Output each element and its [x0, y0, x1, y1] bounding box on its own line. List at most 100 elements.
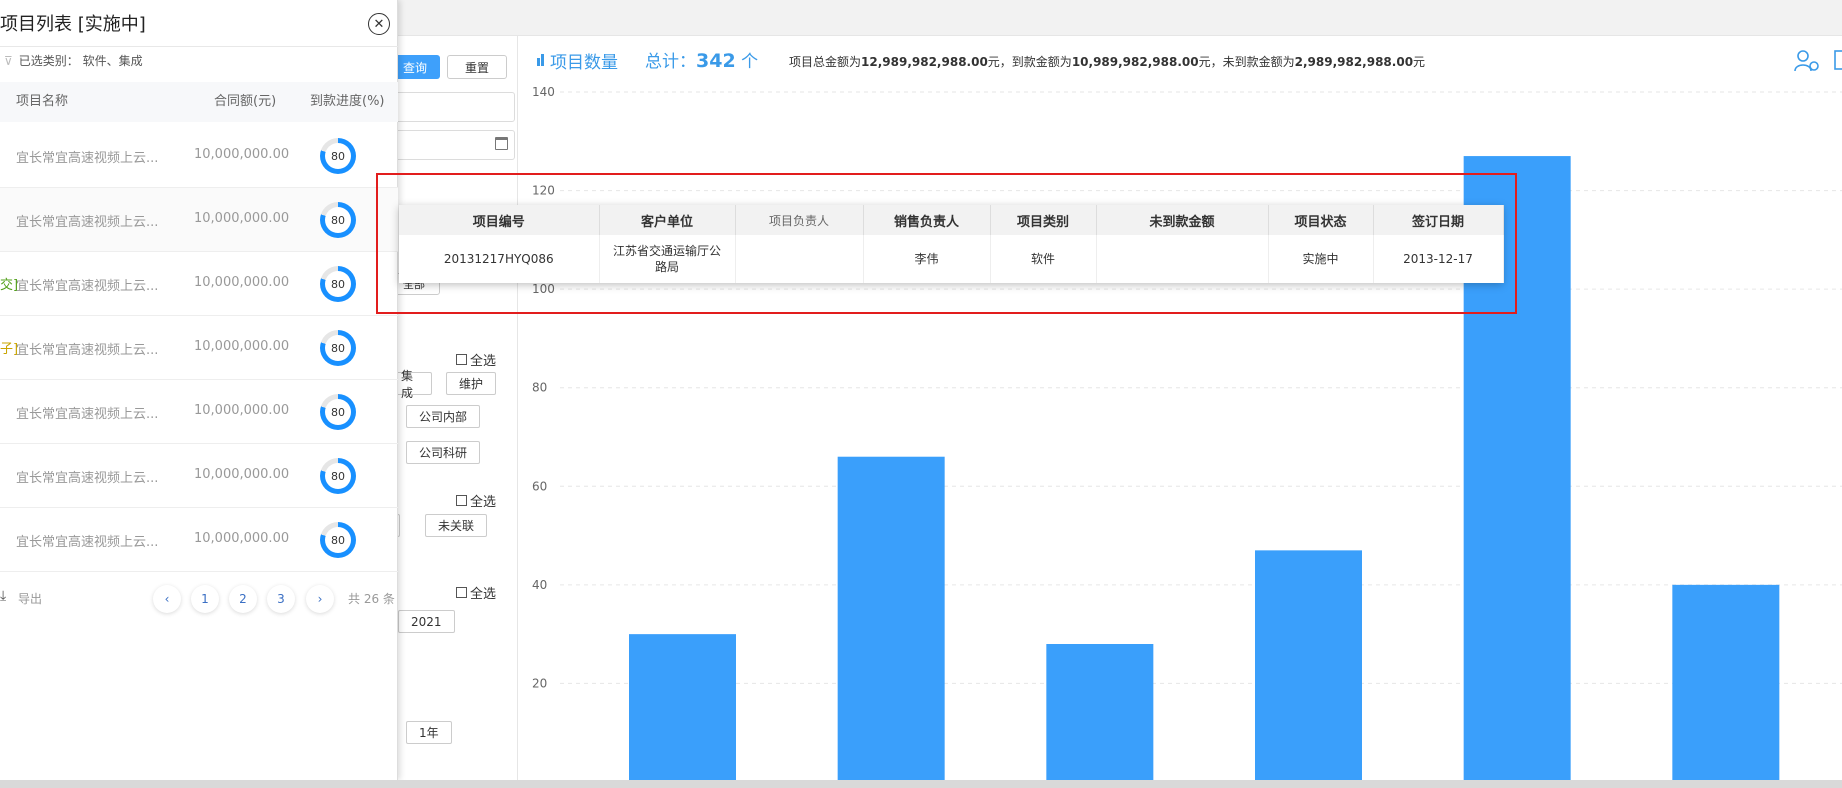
cell-sales-manager: 李伟 [863, 235, 991, 283]
progress-ring: 80 [320, 202, 356, 238]
table-header: 项目名称 合同额(元) 到款进度(%) [0, 82, 398, 122]
progress-value: 80 [325, 271, 351, 297]
progress-value: 80 [325, 463, 351, 489]
table-row[interactable]: 交] 宜长常宜高速视频上云... 10,000,000.00 80 [0, 252, 398, 316]
page-2-button[interactable]: 2 [229, 585, 257, 613]
header-project-no: 项目编号 [399, 205, 600, 235]
date-input[interactable] [390, 130, 515, 160]
y-tick-label: 60 [532, 479, 547, 493]
progress-ring: 80 [320, 330, 356, 366]
progress-value: 80 [325, 335, 351, 361]
select-all-checkbox-year[interactable]: 全选 [456, 583, 496, 602]
checkbox-icon [456, 587, 467, 598]
header-sign-date: 签订日期 [1373, 205, 1504, 235]
y-tick-label: 40 [532, 578, 547, 592]
cell-unpaid-amount [1096, 235, 1269, 283]
tag-year-2021[interactable]: 2021 [398, 610, 455, 633]
cell-customer: 江苏省交通运输厅公路局 [599, 235, 736, 283]
tag-unlinked[interactable]: 未关联 [425, 514, 488, 537]
cell-sign-date: 2013-12-17 [1373, 235, 1504, 283]
progress-ring: 80 [320, 522, 356, 558]
project-name[interactable]: 宜长常宜高速视频上云... [16, 275, 158, 294]
header-project-status: 项目状态 [1268, 205, 1374, 235]
calendar-icon[interactable] [495, 137, 508, 150]
column-header-amount: 合同额(元) [214, 94, 277, 109]
detail-popup: 项目编号 客户单位 项目负责人 销售负责人 项目类别 未到款金额 项目状态 签订… [399, 205, 1504, 283]
column-header-name: 项目名称 [16, 94, 69, 109]
project-name[interactable]: 宜长常宜高速视频上云... [16, 339, 158, 358]
table-row[interactable]: 宜长常宜高速视频上云... 10,000,000.00 80 [0, 380, 398, 444]
progress-ring: 80 [320, 138, 356, 174]
divider [0, 46, 398, 47]
checkbox-icon [456, 354, 467, 365]
header-project-type: 项目类别 [990, 205, 1097, 235]
progress-value: 80 [325, 207, 351, 233]
project-name[interactable]: 宜长常宜高速视频上云... [16, 467, 158, 486]
cell-project-manager [735, 235, 864, 283]
checkbox-icon [456, 495, 467, 506]
tag-maintain[interactable]: 维护 [446, 372, 497, 395]
contract-amount: 10,000,000.00 [194, 403, 290, 418]
total-count: 共 26 条 [348, 592, 395, 606]
detail-row: 20131217HYQ086 江苏省交通运输厅公路局 李伟 软件 实施中 201… [399, 235, 1504, 283]
header-customer: 客户单位 [599, 205, 736, 235]
bar-chart-icon [537, 54, 544, 66]
bar-1[interactable] [837, 456, 945, 780]
export-link[interactable]: 导出 [18, 590, 42, 607]
user-settings-icon[interactable] [1793, 49, 1821, 73]
table-row[interactable]: 宜长常宜高速视频上云... 10,000,000.00 80 [0, 444, 398, 508]
detail-table: 项目编号 客户单位 项目负责人 销售负责人 项目类别 未到款金额 项目状态 签订… [399, 205, 1504, 283]
header-project-manager: 项目负责人 [735, 205, 864, 235]
export-icon[interactable]: ⤓ [0, 588, 6, 604]
y-tick-label: 80 [532, 381, 547, 395]
filter-input[interactable] [390, 92, 515, 122]
contract-amount: 10,000,000.00 [194, 147, 290, 162]
filter-icon: ⊽ [4, 53, 13, 68]
column-header-progress: 到款进度(%) [310, 94, 385, 109]
bottom-bar [0, 780, 1842, 788]
page-1-button[interactable]: 1 [191, 585, 219, 613]
bar-3[interactable] [1255, 550, 1362, 780]
table-row[interactable]: 宜长常宜高速视频上云... 10,000,000.00 80 [0, 124, 398, 188]
close-circle-icon[interactable]: ✕ [368, 13, 390, 35]
project-name[interactable]: 宜长常宜高速视频上云... [16, 147, 158, 166]
table-row[interactable]: 宜长常宜高速视频上云... 10,000,000.00 80 [0, 508, 398, 572]
amount-summary: 项目总金额为12,989,982,988.00元，到款金额为10,989,982… [789, 55, 1426, 69]
chart-header: 项目数量 [537, 47, 618, 73]
tag-internal[interactable]: 公司内部 [406, 405, 481, 428]
y-tick-label: 20 [532, 676, 547, 690]
bar-2[interactable] [1046, 644, 1154, 780]
progress-ring: 80 [320, 266, 356, 302]
cell-project-status: 实施中 [1268, 235, 1374, 283]
tag-1-year[interactable]: 1年 [406, 721, 452, 744]
cell-project-type: 软件 [990, 235, 1097, 283]
reset-button[interactable]: 重置 [447, 55, 507, 79]
contract-amount: 10,000,000.00 [194, 339, 290, 354]
select-all-checkbox-link[interactable]: 全选 [456, 491, 496, 510]
project-name[interactable]: 宜长常宜高速视频上云... [16, 531, 158, 550]
header-unpaid-amount: 未到款金额 [1096, 205, 1269, 235]
prev-page-button[interactable]: ‹ [153, 585, 181, 613]
contract-amount: 10,000,000.00 [194, 211, 290, 226]
y-tick-label: 140 [532, 85, 555, 99]
chart-title: 项目数量 [537, 48, 618, 73]
table-row[interactable]: 子] 宜长常宜高速视频上云... 10,000,000.00 80 [0, 316, 398, 380]
bar-0[interactable] [629, 634, 736, 780]
filter-note: ⊽ 已选类别： 软件、集成 [4, 53, 143, 69]
export-icon[interactable] [1834, 49, 1842, 73]
cell-project-no: 20131217HYQ086 [399, 235, 600, 283]
contract-amount: 10,000,000.00 [194, 531, 290, 546]
progress-value: 80 [325, 399, 351, 425]
project-name[interactable]: 宜长常宜高速视频上云... [16, 211, 158, 230]
page-3-button[interactable]: 3 [267, 585, 295, 613]
bar-5[interactable] [1672, 584, 1780, 780]
detail-header-row: 项目编号 客户单位 项目负责人 销售负责人 项目类别 未到款金额 项目状态 签订… [399, 205, 1504, 235]
progress-value: 80 [325, 143, 351, 169]
tag-research[interactable]: 公司科研 [406, 441, 481, 464]
drawer-title: 项目列表 [实施中] [0, 14, 146, 35]
table-row[interactable]: 宜长常宜高速视频上云... 10,000,000.00 80 [0, 188, 398, 252]
project-list-drawer: 项目列表 [实施中] ✕ ⊽ 已选类别： 软件、集成 项目名称 合同额(元) 到… [0, 0, 398, 780]
next-page-button[interactable]: › [306, 585, 334, 613]
project-name[interactable]: 宜长常宜高速视频上云... [16, 403, 158, 422]
select-all-checkbox-type[interactable]: 全选 [456, 350, 496, 369]
